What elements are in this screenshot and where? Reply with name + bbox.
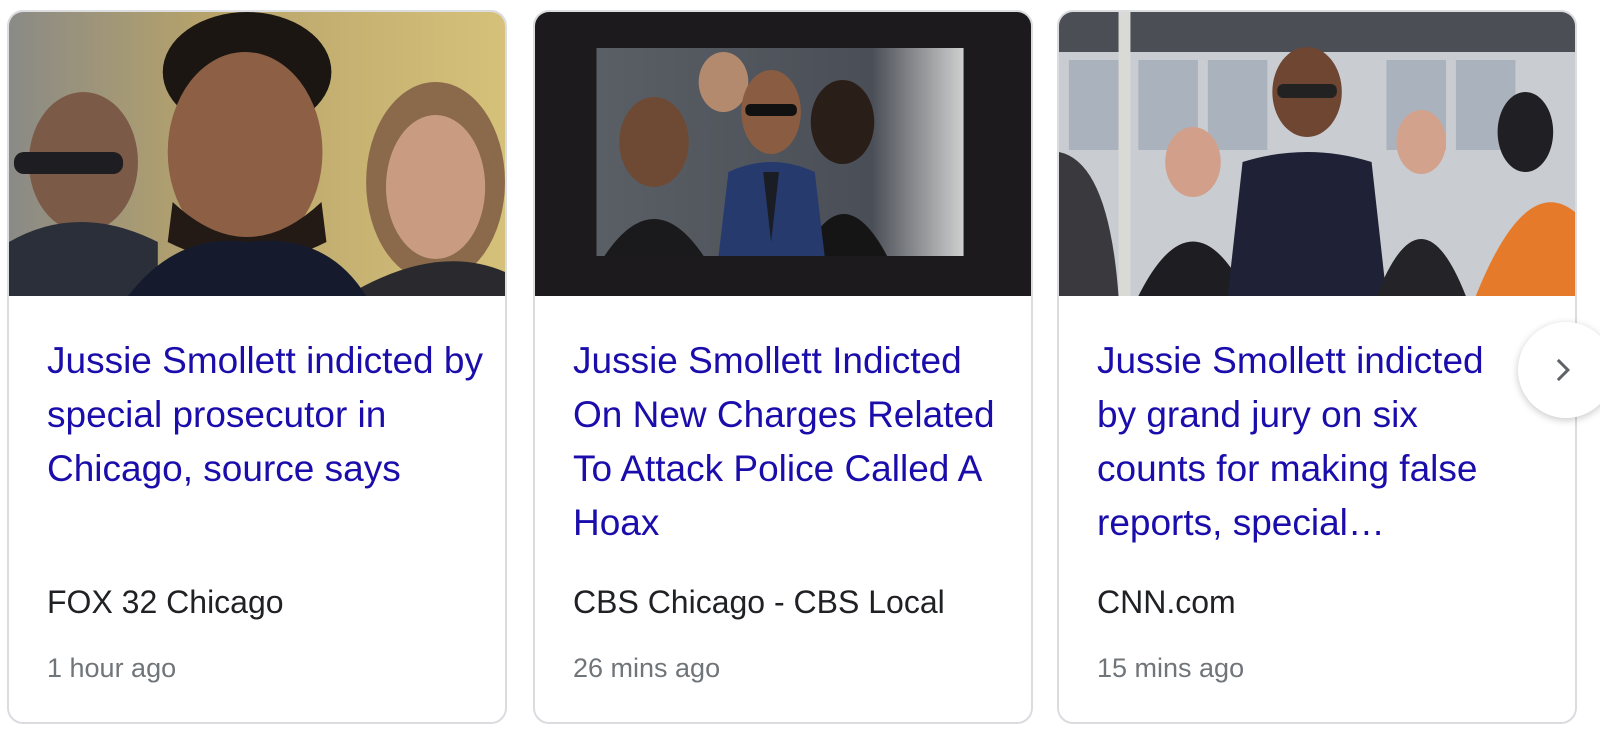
- news-card-2-headline[interactable]: Jussie Smollett Indicted On New Charges …: [573, 334, 1013, 550]
- news-carousel: Jussie Smollett indicted by special pros…: [0, 0, 1600, 751]
- news-card-1-time: 1 hour ago: [47, 653, 177, 683]
- news-card-1-headline[interactable]: Jussie Smollett indicted by special pros…: [47, 334, 487, 496]
- news-card-2-source: CBS Chicago - CBS Local: [573, 584, 945, 620]
- news-card-3[interactable]: Jussie Smollett indicted by grand jury o…: [1057, 10, 1577, 724]
- news-card-3-source: CNN.com: [1097, 584, 1236, 620]
- news-card-2-time: 26 mins ago: [573, 653, 721, 683]
- chevron-right-icon: [1556, 358, 1570, 382]
- news-card-1[interactable]: Jussie Smollett indicted by special pros…: [7, 10, 507, 724]
- news-card-2-thumbnail[interactable]: [535, 12, 1031, 296]
- news-card-1-source: FOX 32 Chicago: [47, 584, 284, 620]
- news-card-2[interactable]: Jussie Smollett Indicted On New Charges …: [533, 10, 1033, 724]
- news-card-3-headline[interactable]: Jussie Smollett indicted by grand jury o…: [1097, 334, 1527, 550]
- news-card-3-thumbnail[interactable]: [1059, 12, 1575, 296]
- news-card-3-time: 15 mins ago: [1097, 653, 1245, 683]
- news-card-1-thumbnail[interactable]: [9, 12, 505, 296]
